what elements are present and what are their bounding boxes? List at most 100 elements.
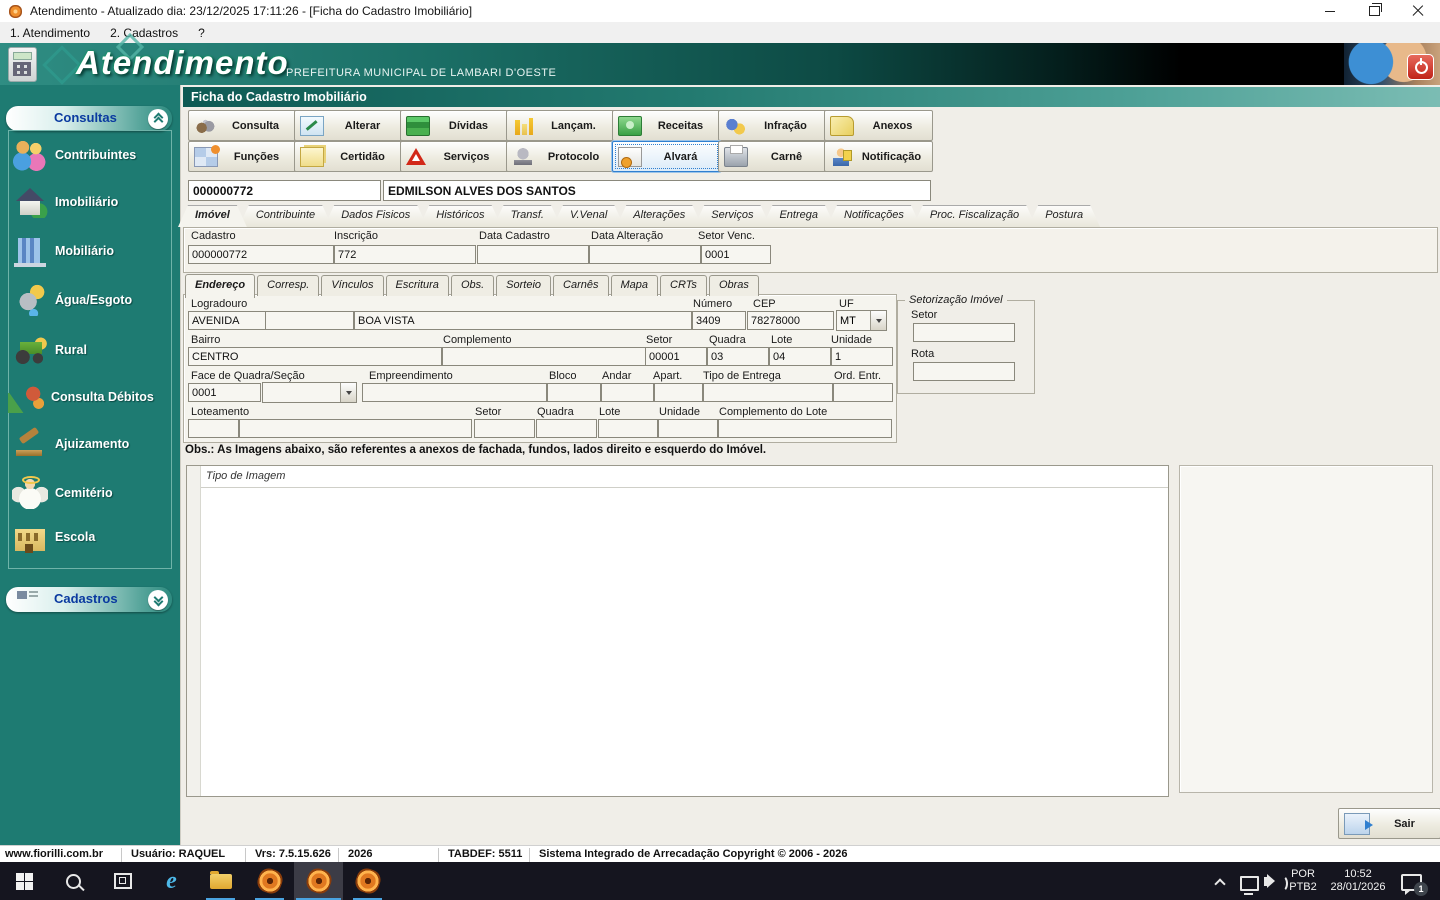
tab-notificacoes[interactable]: Notificações xyxy=(827,205,921,227)
tab-contribuinte[interactable]: Contribuinte xyxy=(239,205,332,227)
collapse-button[interactable] xyxy=(148,108,168,129)
sidebar-item-consulta-debitos[interactable]: Consulta Débitos xyxy=(8,379,158,415)
anexos-button[interactable]: Anexos xyxy=(824,110,933,141)
alterar-button[interactable]: Alterar xyxy=(294,110,403,141)
tipo-logradouro-field[interactable] xyxy=(188,311,266,330)
logradouro-field[interactable] xyxy=(354,311,692,330)
fiorilli-app-button-1[interactable] xyxy=(245,862,294,900)
tab-transf[interactable]: Transf. xyxy=(494,205,561,227)
face-quadra-field[interactable] xyxy=(188,383,261,402)
lot-unidade-field[interactable] xyxy=(658,419,718,438)
fiorilli-app-button-2-active[interactable] xyxy=(294,862,343,900)
cep-field[interactable] xyxy=(747,311,834,330)
tab-dados-fisicos[interactable]: Dados Fisicos xyxy=(324,205,427,227)
setor-venc-field[interactable] xyxy=(701,245,771,264)
subtab-endereco[interactable]: Endereço xyxy=(185,274,256,298)
ord-entr-field[interactable] xyxy=(833,383,893,402)
numero-field[interactable] xyxy=(692,311,746,330)
maximize-button[interactable] xyxy=(1352,0,1396,22)
power-button-icon[interactable] xyxy=(1407,54,1434,80)
consulta-button[interactable]: Consulta xyxy=(188,110,297,141)
unidade-field[interactable] xyxy=(831,347,893,366)
cadastro-field[interactable] xyxy=(188,245,334,264)
inscricao-field[interactable] xyxy=(334,245,476,264)
image-grid[interactable]: Tipo de Imagem xyxy=(186,465,1169,797)
notificacao-button[interactable]: Notificação xyxy=(824,141,933,172)
subtab-vinculos[interactable]: Vínculos xyxy=(321,275,384,296)
sidebar-item-agua-esgoto[interactable]: Água/Esgoto xyxy=(12,282,162,318)
network-icon[interactable] xyxy=(1240,876,1259,895)
taskbar-search-button[interactable] xyxy=(49,862,98,900)
bairro-field[interactable] xyxy=(188,347,442,366)
alvara-button[interactable]: Alvará xyxy=(612,141,721,172)
sidebar-group-cadastros[interactable]: Cadastros xyxy=(6,587,172,612)
tab-imovel[interactable]: Imóvel xyxy=(178,205,247,227)
protocolo-button[interactable]: Protocolo xyxy=(506,141,615,172)
subtab-mapa[interactable]: Mapa xyxy=(610,275,659,296)
compl-lote-field[interactable] xyxy=(718,419,892,438)
tab-proc-fiscalizacao[interactable]: Proc. Fiscalização xyxy=(913,205,1036,227)
data-cadastro-field[interactable] xyxy=(477,245,589,264)
start-button[interactable] xyxy=(0,862,49,900)
minimize-button[interactable] xyxy=(1308,0,1352,22)
andar-field[interactable] xyxy=(601,383,654,402)
apart-field[interactable] xyxy=(654,383,703,402)
loteamento-field[interactable] xyxy=(239,419,472,438)
tab-alteracoes[interactable]: Alterações xyxy=(616,205,702,227)
menu-help[interactable]: ? xyxy=(188,26,215,40)
lot-setor-field[interactable] xyxy=(474,419,535,438)
carne-button[interactable]: Carnê xyxy=(718,141,827,172)
lancamentos-button[interactable]: Lançam. xyxy=(506,110,615,141)
record-code-field[interactable] xyxy=(188,180,381,201)
subtab-carnes[interactable]: Carnês xyxy=(553,275,609,296)
internet-explorer-button[interactable]: e xyxy=(147,862,196,900)
task-view-button[interactable] xyxy=(98,862,147,900)
tab-historicos[interactable]: Históricos xyxy=(419,205,501,227)
menu-cadastros[interactable]: 2. Cadastros xyxy=(100,26,188,40)
empreendimento-field[interactable] xyxy=(362,383,547,402)
tipo-entrega-field[interactable] xyxy=(703,383,833,402)
tab-vvenal[interactable]: V.Venal xyxy=(553,205,624,227)
record-name-field[interactable] xyxy=(383,180,931,201)
infracao-button[interactable]: Infração xyxy=(718,110,827,141)
loteamento-cod-field[interactable] xyxy=(188,419,239,438)
sidebar-item-ajuizamento[interactable]: Ajuizamento xyxy=(12,426,162,462)
servicos-button[interactable]: Serviços xyxy=(400,141,509,172)
tray-show-hidden-icons-button[interactable] xyxy=(1216,878,1225,887)
bloco-field[interactable] xyxy=(547,383,601,402)
tab-servicos[interactable]: Serviços xyxy=(694,205,770,227)
dividas-button[interactable]: Dívidas xyxy=(400,110,509,141)
sidebar-item-imobiliario[interactable]: Imobiliário xyxy=(12,184,162,220)
receitas-button[interactable]: Receitas xyxy=(612,110,721,141)
clock[interactable]: 10:52 28/01/2026 xyxy=(1322,868,1394,894)
sidebar-item-escola[interactable]: Escola xyxy=(12,519,162,555)
sidebar-item-cemiterio[interactable]: Cemitério xyxy=(12,475,162,511)
volume-icon[interactable] xyxy=(1264,874,1288,892)
complemento-field[interactable] xyxy=(442,347,646,366)
subtab-corresp[interactable]: Corresp. xyxy=(257,275,320,296)
dropdown-arrow-icon[interactable] xyxy=(870,311,886,330)
subtab-sorteio[interactable]: Sorteio xyxy=(496,275,552,296)
fiorilli-app-button-3[interactable] xyxy=(343,862,392,900)
language-indicator[interactable]: POR PTB2 xyxy=(1285,868,1321,894)
data-alteracao-field[interactable] xyxy=(589,245,701,264)
sidebar-item-rural[interactable]: Rural xyxy=(12,332,162,368)
expand-button[interactable] xyxy=(148,589,168,610)
setorizacao-rota-field[interactable] xyxy=(913,362,1015,381)
sidebar-item-contribuintes[interactable]: Contribuintes xyxy=(12,137,162,173)
file-explorer-button[interactable] xyxy=(196,862,245,900)
funcoes-button[interactable]: Funções xyxy=(188,141,297,172)
tab-entrega[interactable]: Entrega xyxy=(762,205,835,227)
certidao-button[interactable]: Certidão xyxy=(294,141,403,172)
lot-quadra-field[interactable] xyxy=(536,419,597,438)
lote-field[interactable] xyxy=(769,347,831,366)
dropdown-arrow-icon[interactable] xyxy=(340,383,356,402)
subtab-obras[interactable]: Obras xyxy=(708,275,759,296)
sair-button[interactable]: Sair xyxy=(1338,808,1440,839)
uf-combobox[interactable]: MT xyxy=(836,310,887,331)
close-button[interactable] xyxy=(1396,0,1440,22)
menu-atendimento[interactable]: 1. Atendimento xyxy=(0,26,100,40)
setorizacao-setor-field[interactable] xyxy=(913,323,1015,342)
notification-center-button[interactable]: 1 xyxy=(1401,874,1428,896)
sidebar-item-mobiliario[interactable]: Mobiliário xyxy=(12,233,162,269)
